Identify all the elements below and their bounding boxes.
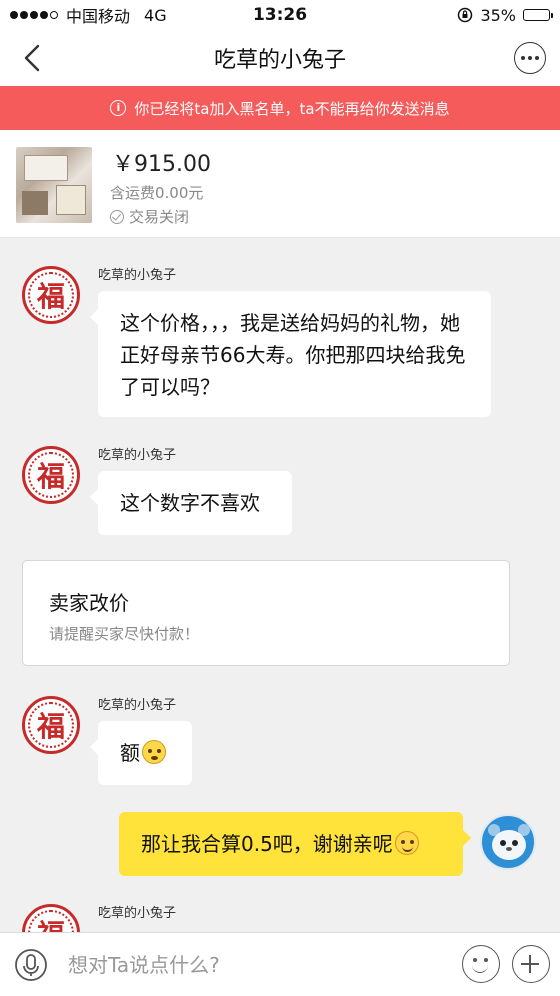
- signal-strength-icon: [10, 11, 58, 19]
- sweat-emoji-icon: [142, 740, 166, 764]
- avatar[interactable]: 福: [22, 446, 80, 504]
- chat-screen: 中国移动 4G 13:26 35% 吃草的小兔子 i 你已经将ta加入黑名单，t…: [0, 0, 560, 996]
- product-thumbnail[interactable]: [16, 147, 92, 223]
- status-left: 中国移动 4G: [10, 3, 167, 27]
- message-text: 额: [120, 741, 140, 765]
- avatar-fu-glyph: 福: [36, 280, 65, 313]
- avatar-fu-glyph: 福: [37, 913, 65, 932]
- input-bar: [0, 932, 560, 996]
- avatar[interactable]: 福: [22, 696, 80, 754]
- smile-emoji-icon: [394, 831, 419, 855]
- message-input[interactable]: [56, 943, 448, 987]
- network-label: 4G: [144, 5, 167, 25]
- back-arrow-icon[interactable]: [18, 42, 48, 74]
- trade-status: 交易关闭: [110, 206, 189, 227]
- message-bubble[interactable]: 这个价格，，，我是送给妈妈的礼物，她正好母亲节66大寿。你把那四块给我免了可以吗…: [90, 291, 491, 417]
- avatar-fu-glyph: 福: [36, 460, 65, 493]
- page-title: 吃草的小兔子: [213, 48, 346, 73]
- nav-bar: 吃草的小兔子: [0, 30, 560, 86]
- product-price: ￥915.00: [112, 152, 211, 177]
- blacklist-banner-text: 你已经将ta加入黑名单，ta不能再给你发送消息: [134, 99, 450, 118]
- price-change-title: 卖家改价: [49, 591, 129, 615]
- message-bubble[interactable]: 额: [90, 721, 192, 785]
- more-options-icon[interactable]: [514, 42, 546, 74]
- warning-icon: i: [110, 100, 127, 116]
- microphone-icon[interactable]: [14, 947, 48, 983]
- add-attachment-icon[interactable]: [512, 945, 550, 983]
- message-text: 那让我合算0.5吧，谢谢亲呢: [141, 832, 393, 856]
- message-text: 这个价格，，，我是送给妈妈的礼物，她正好母亲节66大寿。你把那四块给我免了可以吗…: [120, 311, 466, 399]
- sender-name: 吃草的小兔子: [98, 448, 177, 463]
- shipping-fee: 含运费0.00元: [110, 184, 204, 202]
- message-bubble[interactable]: 这个数字不喜欢: [90, 471, 292, 535]
- sender-name: 吃草的小兔子: [98, 698, 177, 713]
- status-right: 35%: [457, 5, 553, 25]
- chat-history[interactable]: 福 吃草的小兔子 这个价格，，，我是送给妈妈的礼物，她正好母亲节66大寿。你把那…: [0, 238, 560, 932]
- avatar[interactable]: 福: [22, 266, 80, 324]
- my-message-bubble[interactable]: 那让我合算0.5吧，谢谢亲呢: [119, 812, 471, 876]
- avatar-fu-glyph: 福: [36, 710, 65, 743]
- emoji-picker-icon[interactable]: [462, 945, 500, 983]
- product-card[interactable]: ￥915.00 含运费0.00元 交易关闭: [0, 130, 560, 238]
- message-text: 这个数字不喜欢: [120, 491, 260, 515]
- orientation-lock-icon: [458, 7, 473, 23]
- battery-icon: [523, 9, 553, 21]
- sender-name: 吃草的小兔子: [98, 268, 177, 283]
- price-change-subtitle: 请提醒买家尽快付款！: [49, 625, 200, 643]
- avatar[interactable]: 福: [22, 904, 80, 932]
- price-change-card[interactable]: 卖家改价 请提醒买家尽快付款！: [22, 560, 510, 666]
- blacklist-banner: i 你已经将ta加入黑名单，ta不能再给你发送消息: [0, 86, 560, 130]
- check-circle-icon: [110, 209, 124, 224]
- carrier-label: 中国移动: [66, 7, 131, 26]
- status-bar: 中国移动 4G 13:26 35%: [0, 0, 560, 30]
- my-avatar[interactable]: [480, 814, 536, 870]
- battery-percent: 35%: [480, 5, 516, 25]
- trade-status-label: 交易关闭: [129, 208, 190, 226]
- sender-name: 吃草的小兔子: [98, 906, 177, 921]
